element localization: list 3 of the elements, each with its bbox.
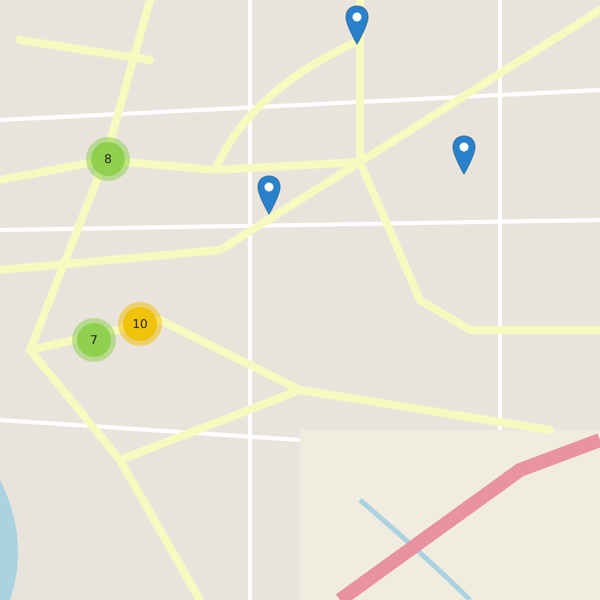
map-pin-icon[interactable] (345, 5, 369, 45)
map-pin-icon[interactable] (452, 135, 476, 175)
map-pin-icon[interactable] (257, 175, 281, 215)
